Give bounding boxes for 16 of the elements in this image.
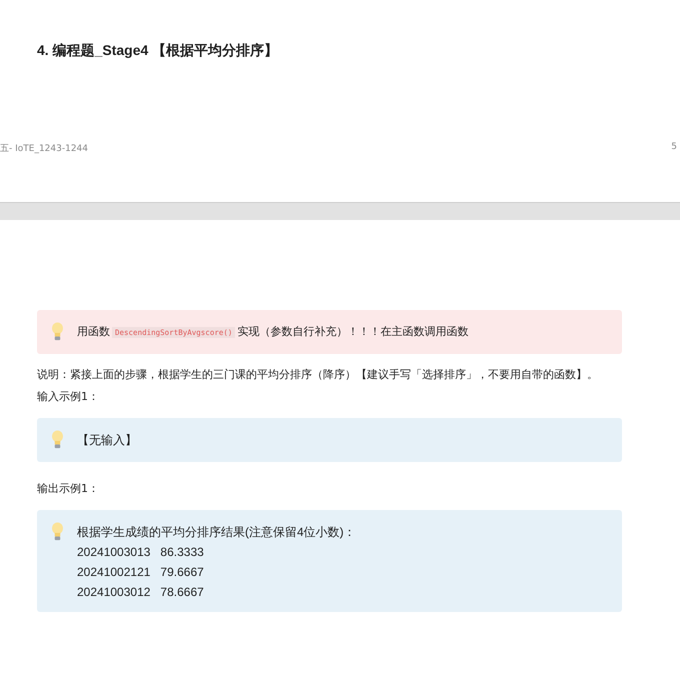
footer-text: 五- IoTE_1243-1244	[0, 143, 88, 155]
callout-text: 实现（参数自行补充）！！！在主函数调用函数	[237, 325, 468, 338]
lightbulb-icon	[51, 322, 64, 342]
callout-text: 根据学生成绩的平均分排序结果(注意保留4位小数)：	[77, 525, 356, 539]
paragraph: 输出示例1：	[37, 482, 100, 496]
callout-text: 20241002121 79.6667	[77, 565, 204, 579]
paragraph: 说明：紧接上面的步骤，根据学生的三门课的平均分排序（降序）【建议手写「选择排序」，不要用自带的函数】。	[37, 368, 599, 382]
callout-text: 用函数	[77, 325, 110, 338]
lightbulb-icon	[51, 522, 64, 542]
callout-text: 【无输入】	[77, 433, 137, 447]
callout-text: 20241003013 86.3333	[77, 545, 204, 559]
section-heading: 4. 编程题_Stage4 【根据平均分排序】	[36, 41, 280, 60]
callout-text: 20241003012 78.6667	[77, 585, 204, 599]
page-number: 5	[671, 142, 677, 154]
lightbulb-icon	[51, 430, 64, 450]
paragraph: 输入示例1：	[37, 390, 100, 404]
